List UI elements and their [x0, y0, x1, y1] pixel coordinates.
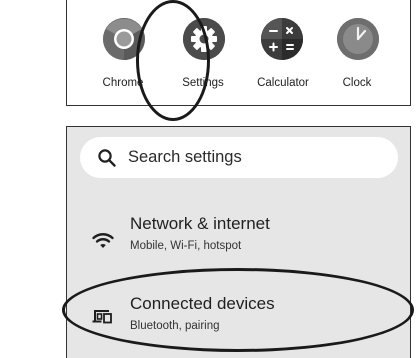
- search-bar[interactable]: Search settings: [80, 137, 398, 178]
- setting-subtitle: Bluetooth, pairing: [130, 320, 220, 332]
- connected-devices-icon: [91, 304, 115, 328]
- gear-icon: [183, 18, 225, 60]
- app-calculator[interactable]: Calculator: [243, 0, 323, 106]
- app-label-settings: Settings: [182, 77, 224, 89]
- search-placeholder: Search settings: [128, 148, 242, 166]
- setting-title: Connected devices: [130, 294, 275, 313]
- setting-title: Network & internet: [130, 214, 270, 233]
- app-label-calculator: Calculator: [257, 77, 309, 89]
- app-clock[interactable]: Clock: [317, 0, 397, 106]
- app-label-clock: Clock: [342, 77, 372, 89]
- chrome-icon: [103, 18, 145, 60]
- search-icon: [97, 148, 117, 168]
- app-settings[interactable]: Settings: [163, 0, 243, 106]
- settings-panel: Search settings Network & internet Mobil…: [66, 126, 411, 358]
- setting-network-internet[interactable]: Network & internet Mobile, Wi-Fi, hotspo…: [67, 204, 412, 266]
- setting-connected-devices[interactable]: Connected devices Bluetooth, pairing: [67, 282, 412, 344]
- setting-subtitle: Mobile, Wi-Fi, hotspot: [130, 240, 242, 252]
- wifi-icon: [91, 228, 115, 252]
- app-launcher: Chrome Settings Calculator Clock: [66, 0, 411, 106]
- app-chrome[interactable]: Chrome: [83, 0, 163, 106]
- clock-icon: [337, 18, 379, 60]
- app-label-chrome: Chrome: [102, 77, 144, 89]
- calculator-icon: [261, 18, 303, 60]
